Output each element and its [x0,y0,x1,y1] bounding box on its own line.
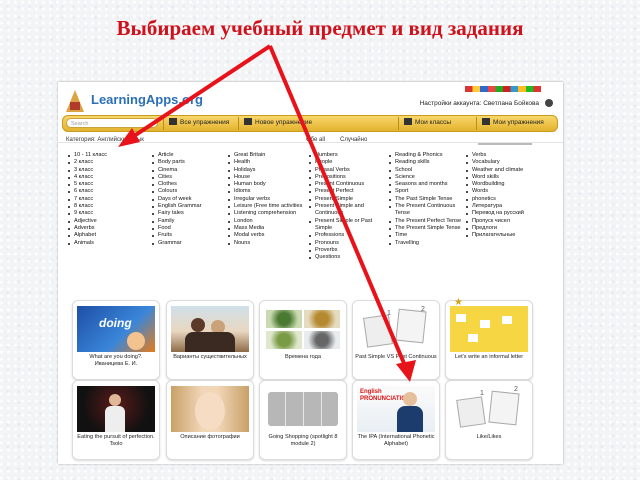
arrowhead-right [396,360,416,382]
arrow-line-left [126,44,272,142]
arrowhead-left [118,128,140,147]
annotation-arrows [118,44,416,382]
arrow-line-right [268,45,408,369]
